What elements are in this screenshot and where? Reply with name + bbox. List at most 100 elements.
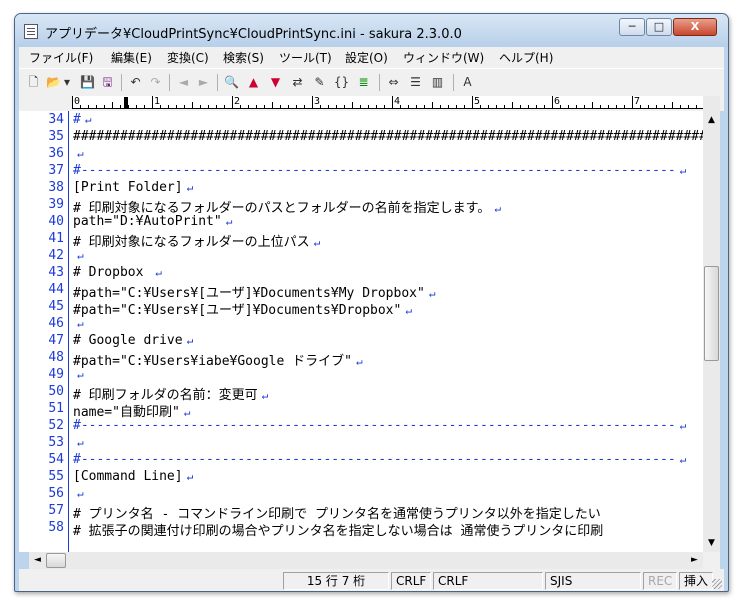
newline-marker-icon: ↵ xyxy=(225,215,233,228)
menu-help[interactable]: ヘルプ(H) xyxy=(499,49,553,66)
toolbar-separator xyxy=(379,74,380,91)
ruler-tick xyxy=(600,105,601,108)
newline-marker-icon: ↵ xyxy=(186,181,194,194)
scroll-up-icon[interactable]: ▲ xyxy=(703,112,720,129)
line-number: 47 xyxy=(48,333,64,348)
menu-convert[interactable]: 変換(C) xyxy=(167,49,209,66)
window-title: アプリデータ¥CloudPrintSync¥CloudPrintSync.ini… xyxy=(45,27,462,42)
compare-icon[interactable]: ⇔ xyxy=(385,74,402,91)
ruler-tick xyxy=(80,105,81,108)
vertical-scroll-thumb[interactable] xyxy=(704,266,719,361)
toolbar-separator xyxy=(453,74,454,91)
ruler-tick xyxy=(296,105,297,108)
notepad-app-icon xyxy=(24,24,38,39)
status-insert-mode: 挿入 xyxy=(679,572,713,590)
editor-line: # 拡張子の関連付け印刷の場合やプリンタ名を指定しない場合は 通常使うプリンタに… xyxy=(73,520,703,539)
open-dropdown-icon[interactable]: ▾ xyxy=(61,74,73,91)
newline-marker-icon: ↵ xyxy=(186,470,194,483)
toolbar-separator xyxy=(121,74,122,91)
newline-marker-icon: ↵ xyxy=(679,164,687,177)
ruler-tick xyxy=(312,96,313,108)
jump-forward-icon[interactable]: ► xyxy=(195,74,212,91)
close-button[interactable]: X xyxy=(673,18,717,36)
line-number: 51 xyxy=(48,401,64,416)
column-ruler: 0 1 2 3 4 5 6 7 xyxy=(19,96,724,111)
highlight-icon[interactable]: ✎ xyxy=(311,74,328,91)
jump-back-icon[interactable]: ◄ xyxy=(175,74,192,91)
ruler-tick xyxy=(424,105,425,108)
redo-icon[interactable]: ↷ xyxy=(147,74,164,91)
menu-search[interactable]: 検索(S) xyxy=(223,49,264,66)
title-bar[interactable]: アプリデータ¥CloudPrintSync¥CloudPrintSync.ini… xyxy=(15,14,728,47)
ruler-tick xyxy=(576,105,577,108)
editor-line: ↵ xyxy=(73,367,703,382)
split-window-icon[interactable]: ▥ xyxy=(429,74,446,91)
menu-tools[interactable]: ツール(T) xyxy=(279,49,332,66)
status-message xyxy=(21,572,281,590)
ruler-tick xyxy=(552,96,553,108)
ruler-tick xyxy=(344,105,345,108)
newline-marker-icon: ↵ xyxy=(77,436,84,449)
editor-line-text: #---------------------------------------… xyxy=(73,163,676,178)
horizontal-scrollbar[interactable]: ◄ ► xyxy=(29,552,703,569)
line-number: 40 xyxy=(48,214,64,229)
ruler-tick xyxy=(544,105,545,108)
line-number: 44 xyxy=(48,282,64,297)
editor-line-text: ########################################… xyxy=(73,129,703,144)
text-editor[interactable]: 34 35 36 37 38 39 40 41 42 43 44 45 46 47 48 49 50 51 52 53… xyxy=(19,111,703,552)
newline-marker-icon: ↵ xyxy=(84,113,92,126)
scroll-right-icon[interactable]: ► xyxy=(686,552,703,569)
line-number: 42 xyxy=(48,248,64,263)
search-prev-icon[interactable]: ▲ xyxy=(245,74,262,91)
vertical-scrollbar[interactable]: ▲ ▼ xyxy=(703,96,720,552)
menu-edit[interactable]: 編集(E) xyxy=(111,49,152,66)
ruler-tick xyxy=(584,105,585,108)
line-number: 58 xyxy=(48,520,64,535)
menu-window[interactable]: ウィンドウ(W) xyxy=(403,49,484,66)
undo-icon[interactable]: ↶ xyxy=(127,74,144,91)
ruler-tick xyxy=(152,96,153,108)
line-number: 45 xyxy=(48,299,64,314)
outline-icon[interactable]: ☰ xyxy=(407,74,424,91)
menu-settings[interactable]: 設定(O) xyxy=(345,49,388,66)
ruler-tick xyxy=(512,102,513,108)
search-icon[interactable]: 🔍 xyxy=(223,74,240,91)
horizontal-scroll-thumb[interactable] xyxy=(46,553,66,568)
status-encoding[interactable]: SJIS xyxy=(545,572,641,590)
scroll-left-icon[interactable]: ◄ xyxy=(29,552,46,569)
new-file-icon[interactable]: 🗋 xyxy=(25,74,42,91)
open-folder-icon[interactable]: 📂 xyxy=(45,74,62,91)
menu-file[interactable]: ファイル(F) xyxy=(29,49,93,66)
ruler-tick xyxy=(464,105,465,108)
maximize-button[interactable]: □ xyxy=(646,18,672,36)
ruler-tick xyxy=(616,105,617,108)
line-number: 52 xyxy=(48,418,64,433)
newline-marker-icon: ↵ xyxy=(77,317,84,330)
toolbar-separator xyxy=(169,74,170,91)
save-all-icon[interactable]: 🖫 xyxy=(99,74,116,91)
ruler-tick xyxy=(624,105,625,108)
ruler-tick xyxy=(672,102,673,108)
grep-icon[interactable]: ≣ xyxy=(355,74,372,91)
editor-line-text: #---------------------------------------… xyxy=(73,452,676,467)
search-next-icon[interactable]: ▼ xyxy=(267,74,284,91)
ruler-tick xyxy=(504,105,505,108)
line-number-gutter: 34 35 36 37 38 39 40 41 42 43 44 45 46 47 48 49 50 51 52 53… xyxy=(19,111,69,552)
ruler-tick xyxy=(72,96,73,108)
ruler-tick xyxy=(144,105,145,108)
save-icon[interactable]: 💾 xyxy=(79,74,96,91)
replace-icon[interactable]: ⇄ xyxy=(289,74,306,91)
ruler-tick xyxy=(224,105,225,108)
ruler-tick xyxy=(136,105,137,108)
scroll-down-icon[interactable]: ▼ xyxy=(703,535,720,552)
find-brace-icon[interactable]: {} xyxy=(333,74,350,91)
line-number: 34 xyxy=(48,112,64,127)
editor-line: #---------------------------------------… xyxy=(73,452,703,467)
resize-grip-icon[interactable] xyxy=(712,579,722,589)
ruler-tick xyxy=(632,96,633,108)
minimize-button[interactable]: ─ xyxy=(619,18,645,36)
ruler-tick xyxy=(688,105,689,108)
ruler-tick xyxy=(280,105,281,108)
ruler-tick xyxy=(208,105,209,108)
font-icon[interactable]: A xyxy=(459,74,476,91)
